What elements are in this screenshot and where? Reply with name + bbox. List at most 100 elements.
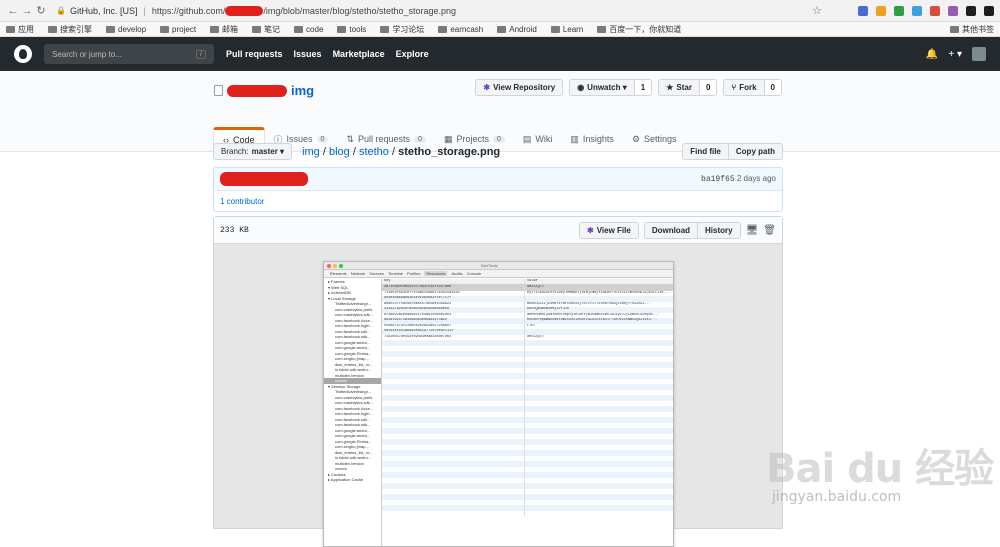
bookmark-item[interactable]: earncash [438,25,483,34]
file-header: 233 KB ✱ View File Download History 🖥 🗑 [214,217,782,244]
devtools-sidebar-item: ▸ Application Cache [328,477,364,482]
sparkle-icon: ✱ [483,83,491,92]
star-icon: ★ [666,83,674,92]
trash-icon[interactable]: 🗑 [763,225,776,236]
folder-icon [380,25,390,33]
devtools-tab: Sources [369,271,385,276]
fork-button[interactable]: ⑂ Fork [723,79,765,96]
header-nav-pull-requests[interactable]: Pull requests [226,49,283,59]
forward-icon[interactable]: → [20,5,34,17]
commit-sha-link[interactable]: ba19f65 [701,175,735,184]
view-file-button[interactable]: ✱ View File [579,221,639,239]
breadcrumb-root[interactable]: img [302,146,320,158]
back-icon[interactable]: ← [6,5,20,17]
extension-icons [858,5,994,16]
eye-icon: ◉ [577,83,585,92]
address-bar[interactable]: 🔒 GitHub, Inc. [US] | https://github.com… [56,3,776,19]
breadcrumb-stetho[interactable]: stetho [359,146,389,158]
folder-icon [160,25,170,33]
file-box: 233 KB ✱ View File Download History 🖥 🗑 D… [213,216,783,547]
bookmark-item[interactable]: 应用 [6,24,34,35]
bookmark-item[interactable]: 邮箱 [210,24,238,35]
reload-icon[interactable]: ↻ [34,4,48,17]
file-size: 233 KB [220,225,249,235]
folder-icon [210,25,220,33]
history-button[interactable]: History [698,221,741,239]
devtools-storage-grid: Key Value 4b71c6a4f8e94fcc7dd1fc44f1927b… [382,279,673,546]
download-button[interactable]: Download [643,221,699,239]
header-nav-explore[interactable]: Explore [396,49,429,59]
tab-counter: 0 [414,135,426,143]
close-dot-icon [327,263,331,268]
avatar[interactable] [972,47,986,61]
header-nav-issues[interactable]: Issues [294,49,322,59]
repo-book-icon [214,85,223,96]
breadcrumb-filename: stetho_storage.png [398,145,501,158]
commit-meta: ba19f65 2 days ago [701,174,776,184]
copy-path-button[interactable]: Copy path [728,143,783,160]
branch-select-button[interactable]: Branch: master ▾ [213,143,293,160]
folder-icon [294,25,304,33]
bell-icon[interactable]: 🔔 [926,49,938,60]
browser-toolbar: ← → ↻ 🔒 GitHub, Inc. [US] | https://gith… [0,0,1000,22]
url-prefix: https://github.com/ [151,5,226,16]
zoom-dot-icon [339,263,343,268]
extension-icon[interactable] [876,5,886,16]
bookmark-item[interactable]: 学习论坛 [380,24,424,35]
extension-icon[interactable] [930,5,940,16]
bookmark-item[interactable]: 搜索引擎 [48,24,92,35]
github-logo-icon[interactable] [14,45,32,63]
header-nav-marketplace[interactable]: Marketplace [333,49,385,59]
bookmark-item[interactable]: code [294,25,323,34]
devtools-tab: Elements [330,271,347,276]
unwatch-button[interactable]: ◉ Unwatch ▾ [569,79,635,96]
devtools-tab: Timeline [388,271,404,276]
folder-icon [950,25,959,33]
bookmark-item[interactable]: 笔记 [252,24,280,35]
folder-icon [497,25,507,33]
github-header: Search or jump to... / Pull requests Issu… [0,37,1000,71]
commit-tease: ba19f65 2 days ago 1 contributor [213,167,783,212]
watch-count[interactable]: 1 [634,79,653,96]
repo-actions: ✱ View Repository ◉ Unwatch ▾ 1 ★ Star 0 ⑂ F… [475,79,782,96]
star-count[interactable]: 0 [699,79,718,96]
bookmark-item[interactable]: 百度一下，你就知道 [597,24,681,35]
commit-age: 2 days ago [736,174,776,183]
image-preview-area: DevTools Elements Network Sources Timeline P… [214,244,782,547]
folder-icon [48,25,57,33]
create-new-dropdown[interactable]: + ▾ [948,49,962,60]
extension-icon[interactable] [912,5,922,16]
desktop-icon[interactable]: 🖥 [746,225,759,236]
extension-icon[interactable] [858,5,868,16]
bookmark-star-icon[interactable]: ☆ [810,4,824,17]
folder-icon [438,25,448,33]
extension-icon[interactable] [984,5,994,16]
extension-icon[interactable] [894,5,904,16]
tab-counter: 0 [316,135,329,143]
repo-header: img ✱ View Repository ◉ Unwatch ▾ 1 ★ Star … [0,71,1000,152]
repo-name-link[interactable]: img [291,83,314,98]
search-input[interactable]: Search or jump to... / [44,44,214,64]
lock-icon: 🔒 [56,6,66,15]
bookmark-other[interactable]: 其他书签 [950,24,994,35]
view-repository-button[interactable]: ✱ View Repository [475,79,564,96]
folder-icon [106,25,115,33]
header-nav: Pull requests Issues Marketplace Explore [226,49,429,59]
fork-count[interactable]: 0 [764,79,782,96]
find-file-button[interactable]: Find file [682,143,729,160]
bookmark-item[interactable]: project [160,25,196,34]
sparkle-icon: ✱ [587,225,594,235]
bookmark-item[interactable]: tools [337,25,366,34]
bookmark-item[interactable]: develop [106,25,146,34]
bookmark-item[interactable]: Learn [550,25,583,34]
minimize-dot-icon [333,263,337,268]
breadcrumb-blog[interactable]: blog [329,146,350,158]
breadcrumb: img / blog / stetho / stetho_storage.png [302,145,501,158]
extension-icon[interactable] [948,5,958,16]
extension-icon[interactable] [966,5,976,16]
star-button[interactable]: ★ Star [658,79,700,96]
devtools-tab: Audits [451,271,463,276]
contributors-link[interactable]: 1 contributor [214,190,782,211]
bookmark-item[interactable]: Android [497,25,537,34]
folder-icon [597,25,607,33]
